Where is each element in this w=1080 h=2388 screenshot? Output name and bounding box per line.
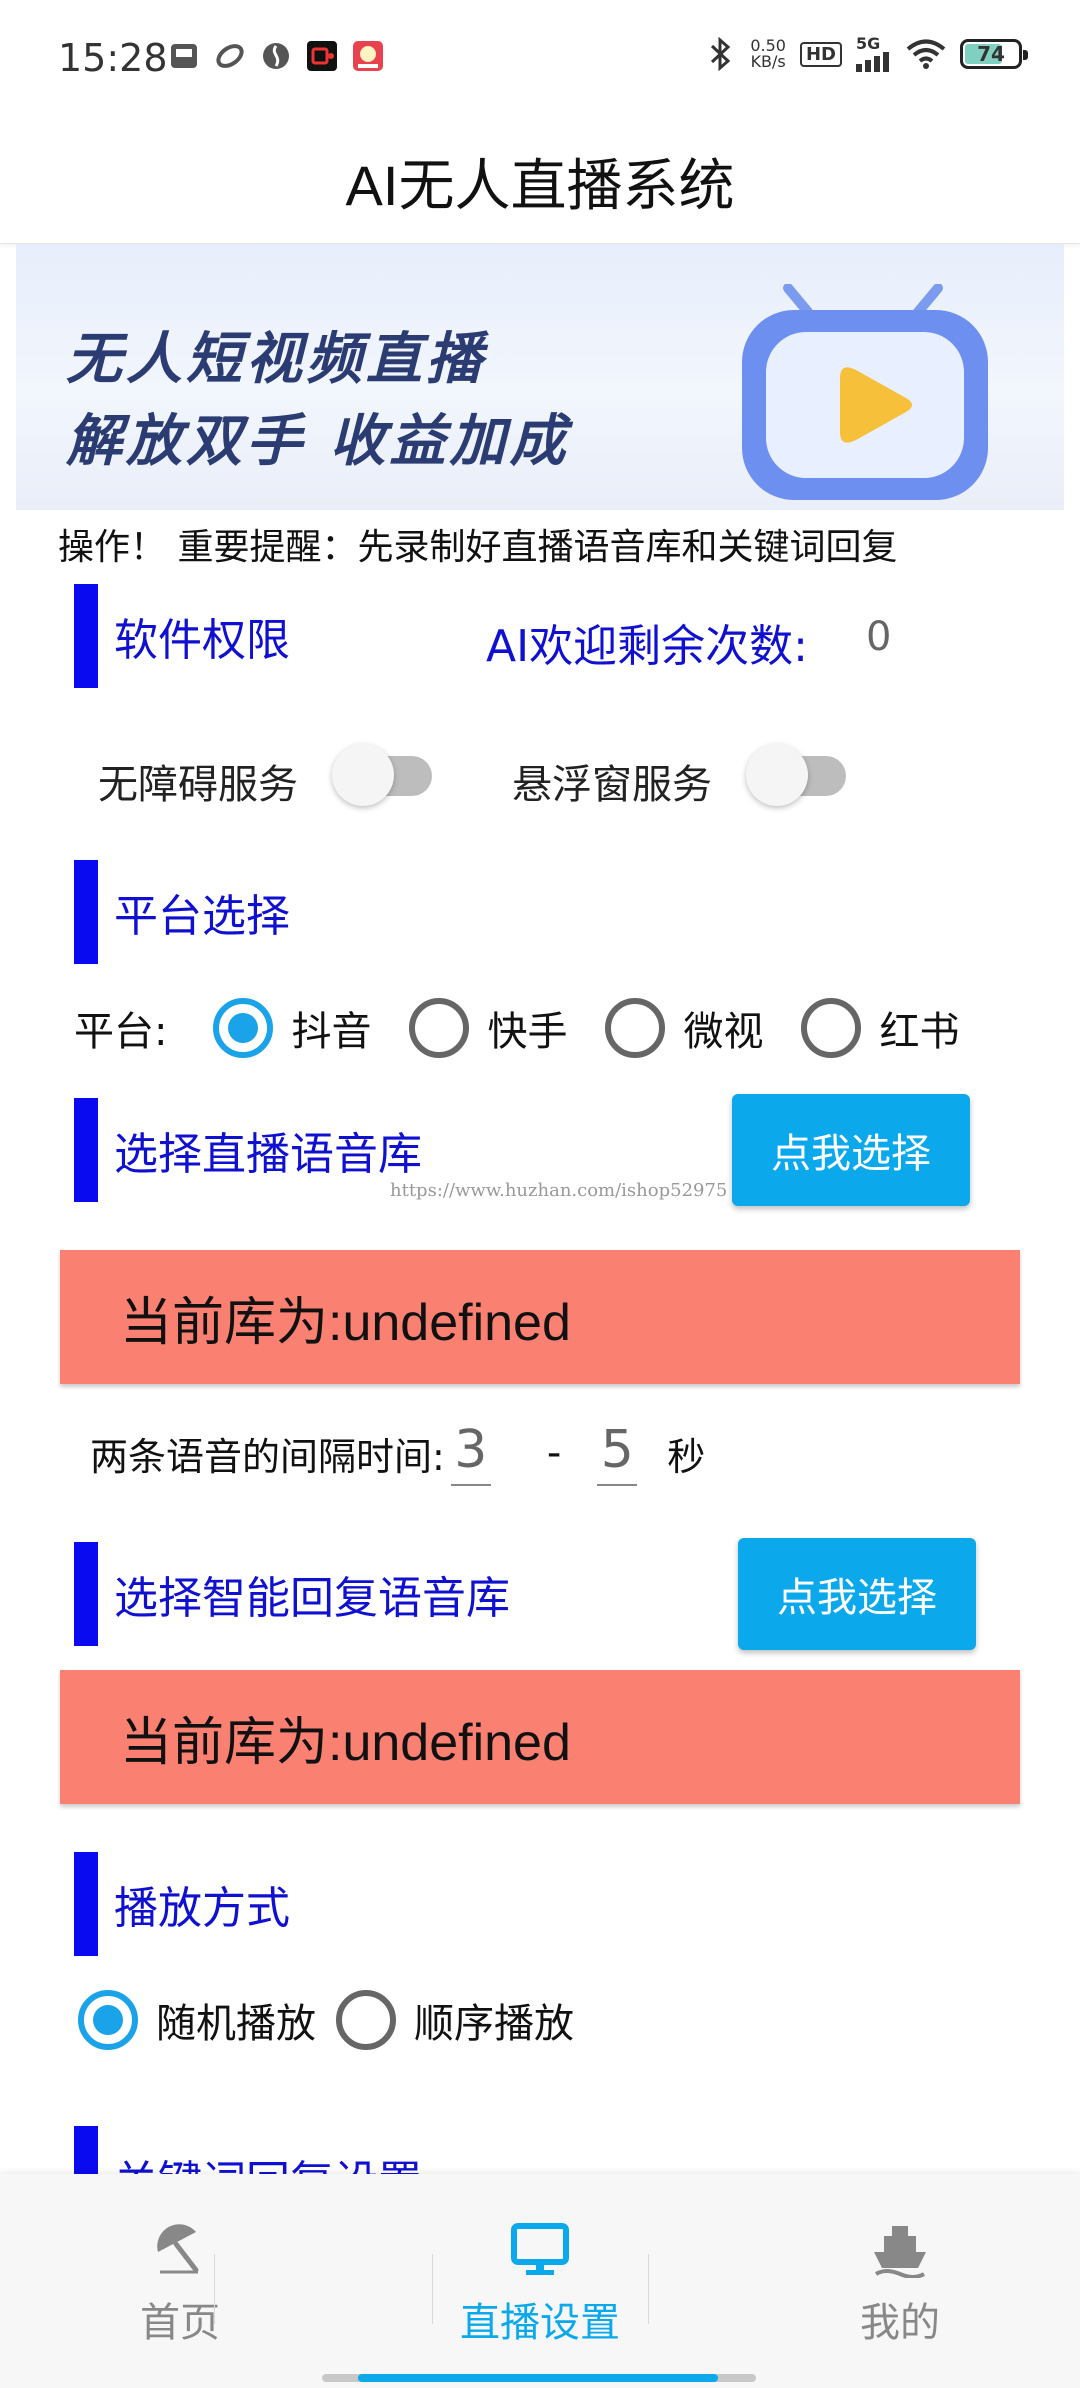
nav-item-home[interactable]: 首页 xyxy=(30,2222,330,2348)
section-platform: 平台选择 xyxy=(74,860,290,964)
nav-label: 直播设置 xyxy=(460,2300,620,2346)
wifi-icon xyxy=(906,39,946,69)
status-bar: 15:28 0.50 KB/s HD 5G 74 xyxy=(0,0,1080,120)
notice-marquee: 操作！ 重要提醒：先录制好直播语音库和关键词回复 xyxy=(58,527,898,568)
umbrella-icon xyxy=(157,2224,199,2274)
section-accent-bar xyxy=(74,584,98,688)
nav-divider xyxy=(214,2254,215,2324)
section-title: 选择智能回复语音库 xyxy=(114,1573,510,1624)
live-library-current: 当前库为:undefined xyxy=(120,1293,571,1352)
section-title: 选择直播语音库 xyxy=(114,1129,422,1180)
gesture-bar xyxy=(322,2374,756,2382)
select-live-library-button[interactable]: 点我选择 xyxy=(732,1094,970,1206)
float-window-label: 悬浮窗服务 xyxy=(512,762,712,808)
play-mode-radio-random[interactable] xyxy=(78,1990,138,2050)
nav-item-me[interactable]: 我的 xyxy=(750,2222,1050,2348)
monitor-icon xyxy=(511,2223,569,2275)
section-permissions: 软件权限 xyxy=(74,584,290,688)
switch-knob xyxy=(746,744,808,806)
interval-setting: 两条语音的间隔时间: 3 - 5 秒 xyxy=(90,1420,705,1486)
live-library-status: 当前库为:undefined xyxy=(60,1250,1020,1384)
accessibility-switch[interactable] xyxy=(332,744,432,806)
bottom-nav: 首页 直播设置 我的 xyxy=(0,2174,1080,2388)
accessibility-label: 无障碍服务 xyxy=(98,762,298,808)
status-time: 15:28 xyxy=(58,36,168,80)
banner-subline: 解放双手 收益加成 xyxy=(66,409,570,474)
signal-bars-icon xyxy=(856,52,889,72)
play-mode-option-label: 顺序播放 xyxy=(414,2001,574,2047)
section-title: 平台选择 xyxy=(114,891,290,942)
section-accent-bar xyxy=(74,1098,98,1202)
play-mode-option-label: 随机播放 xyxy=(156,2001,316,2047)
flame-icon xyxy=(263,43,289,69)
platform-radio-group: 平台: 抖音 快手 微视 红书 xyxy=(74,998,997,1058)
inbox-icon xyxy=(171,44,197,68)
platform-option-label: 红书 xyxy=(879,1009,960,1055)
platform-option-label: 微视 xyxy=(683,1009,764,1055)
hd-badge: HD xyxy=(799,41,842,67)
record-app-icon xyxy=(307,41,337,71)
section-accent-bar xyxy=(74,1852,98,1956)
bluetooth-icon xyxy=(711,37,731,71)
platform-radio-douyin[interactable] xyxy=(213,998,274,1058)
interval-label: 两条语音的间隔时间: xyxy=(90,1434,445,1479)
tv-play-icon xyxy=(742,284,988,500)
link-icon xyxy=(216,44,244,68)
ai-welcome-count: 0 xyxy=(866,614,892,660)
platform-label: 平台: xyxy=(74,1009,168,1055)
notification-icons xyxy=(168,40,384,72)
interval-unit: 秒 xyxy=(667,1434,706,1479)
platform-radio-kuaishou[interactable] xyxy=(409,998,470,1058)
ship-icon xyxy=(874,2226,926,2278)
nav-divider xyxy=(648,2254,649,2324)
platform-option-label: 抖音 xyxy=(291,1009,372,1055)
section-reply-library: 选择智能回复语音库 xyxy=(74,1542,510,1646)
interval-min-input[interactable]: 3 xyxy=(450,1420,491,1486)
shop-app-icon xyxy=(353,41,383,71)
float-window-switch[interactable] xyxy=(746,744,846,806)
section-title: 播放方式 xyxy=(114,1883,290,1934)
interval-max-input[interactable]: 5 xyxy=(597,1420,638,1486)
banner-headline: 无人短视频直播 xyxy=(66,327,486,392)
switch-knob xyxy=(332,744,394,806)
status-indicators: 0.50 KB/s HD 5G 74 xyxy=(706,36,1028,72)
interval-dash: - xyxy=(546,1430,562,1476)
promo-banner[interactable]: 无人短视频直播 解放双手 收益加成 xyxy=(16,244,1064,510)
section-accent-bar xyxy=(74,860,98,964)
platform-radio-weishi[interactable] xyxy=(605,998,666,1058)
signal-indicator: 5G xyxy=(856,36,892,72)
nav-label: 我的 xyxy=(860,2300,940,2346)
play-mode-radio-group: 随机播放 顺序播放 xyxy=(78,1990,612,2050)
section-live-library: 选择直播语音库 xyxy=(74,1098,422,1202)
app-header: AI无人直播系统 xyxy=(0,120,1080,244)
battery-indicator: 74 xyxy=(960,39,1028,69)
reply-library-current: 当前库为:undefined xyxy=(120,1713,571,1772)
reply-library-status: 当前库为:undefined xyxy=(60,1670,1020,1804)
gesture-bar-active xyxy=(358,2374,718,2382)
play-mode-radio-sequential[interactable] xyxy=(336,1990,396,2050)
section-accent-bar xyxy=(74,1542,98,1646)
section-title: 软件权限 xyxy=(114,615,290,666)
select-reply-library-button[interactable]: 点我选择 xyxy=(738,1538,976,1650)
nav-item-live-settings[interactable]: 直播设置 xyxy=(390,2222,690,2348)
net-speed: 0.50 KB/s xyxy=(750,36,786,71)
platform-option-label: 快手 xyxy=(487,1009,568,1055)
page-title: AI无人直播系统 xyxy=(345,154,735,217)
platform-radio-hongshu[interactable] xyxy=(801,998,862,1058)
section-play-mode: 播放方式 xyxy=(74,1852,290,1956)
nav-label: 首页 xyxy=(140,2300,220,2346)
ai-welcome-label: AI欢迎剩余次数: xyxy=(486,621,808,672)
watermark-text: https://www.huzhan.com/ishop52975 xyxy=(390,1180,728,1201)
